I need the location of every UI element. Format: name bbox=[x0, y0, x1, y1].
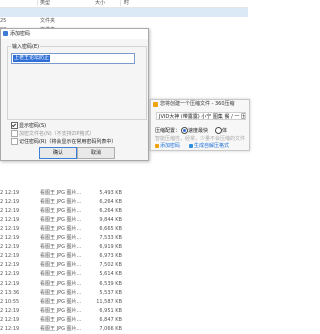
column-type-header[interactable]: 类型 bbox=[40, 0, 50, 7]
password-label: 输入密码(E) bbox=[11, 43, 41, 50]
column-size-header[interactable]: 大小 bbox=[95, 0, 105, 7]
file-date: 2 12:19 bbox=[0, 226, 20, 233]
table-row[interactable]: 2 12:19 看图王 JPG 图片... 9,844 KB bbox=[0, 216, 248, 225]
key-icon bbox=[155, 143, 159, 148]
table-row[interactable]: 2 12:19 看图王 JPG 图片... 6,951 KB bbox=[0, 307, 248, 316]
show-password-checkbox[interactable] bbox=[11, 122, 18, 129]
file-date: 2 12:19 bbox=[0, 262, 20, 269]
file-date: 2 12:19 bbox=[0, 199, 20, 206]
encrypt-filenames-checkbox[interactable] bbox=[11, 130, 18, 137]
table-row[interactable]: 2 10:55 看图王 JPG 图片... 11,587 KB bbox=[0, 298, 248, 307]
compression-hint: 智能压缩性，经常，少量不会压缩的文件 bbox=[155, 136, 246, 142]
table-row[interactable]: 2 12:19 看图王 JPG 图片... 7,533 KB bbox=[0, 234, 248, 243]
file-size: 7,502 KB bbox=[99, 262, 122, 269]
file-list-header: 类型 大小 时 bbox=[0, 0, 248, 8]
cancel-button[interactable]: 取消 bbox=[77, 147, 115, 159]
show-password-label[interactable]: 显示密码(S) bbox=[19, 122, 46, 129]
file-date: 2 12:19 bbox=[0, 271, 20, 278]
remember-password-label[interactable]: 记住密码(R)（将会显示在常用密码列表中） bbox=[19, 138, 116, 145]
table-row[interactable]: 2 12:19 看图王 JPG 图片... 7,502 KB bbox=[0, 261, 248, 270]
table-row[interactable]: 2 13:36 看图王 JPG 图片... 5,537 KB bbox=[0, 289, 248, 298]
fastest-label[interactable]: 速度最快 bbox=[188, 127, 208, 134]
file-size: 5,614 KB bbox=[99, 271, 122, 278]
file-date: 2 12:19 bbox=[0, 244, 20, 251]
file-size: 6,919 KB bbox=[99, 244, 122, 251]
file-size: 9,844 KB bbox=[99, 217, 122, 224]
file-date: 2 12:19 bbox=[0, 307, 20, 314]
file-date: 2 12:19 bbox=[0, 208, 20, 215]
file-size: 6,665 KB bbox=[99, 226, 122, 233]
file-size: 11,587 KB bbox=[96, 298, 122, 305]
file-size: 6,973 KB bbox=[99, 253, 122, 260]
table-row[interactable]: 2 12:19 看图王 JPG 图片... 7,066 KB bbox=[0, 325, 248, 334]
file-date: 25 bbox=[0, 18, 7, 25]
column-divider[interactable] bbox=[120, 0, 121, 6]
table-row[interactable]: 2 12:19 看图王 JPG 图片... 6,264 KB bbox=[0, 207, 248, 216]
dialog-title: 添加密码 bbox=[10, 31, 31, 37]
other-level-radio[interactable] bbox=[215, 127, 222, 134]
file-date: 2 12:19 bbox=[0, 280, 20, 287]
add-password-text: 添加密码 bbox=[160, 143, 181, 149]
file-size: 5,537 KB bbox=[99, 289, 122, 296]
package-icon bbox=[189, 143, 193, 148]
column-extra-header[interactable]: 时 bbox=[124, 0, 129, 7]
other-level-label[interactable]: 体 bbox=[222, 127, 227, 134]
table-row[interactable]: 25 文件夹 bbox=[0, 17, 248, 26]
fastest-radio[interactable] bbox=[181, 127, 188, 134]
archive-icon bbox=[153, 102, 158, 107]
lock-icon bbox=[3, 31, 8, 36]
dialog-titlebar[interactable]: 添加密码 bbox=[1, 29, 148, 39]
table-row[interactable]: 2 12:19看图王 JPG 图片...6,665 KB bbox=[0, 225, 248, 234]
file-size: 6,539 KB bbox=[99, 280, 122, 287]
column-divider[interactable] bbox=[37, 0, 38, 6]
compress-panel-title: 您将创建一个压缩文件 - 360压缩 bbox=[160, 101, 235, 107]
password-value: 上老王论坛防止 bbox=[13, 55, 51, 62]
table-row[interactable] bbox=[0, 8, 248, 17]
add-password-dialog: 添加密码 输入密码(E) 上老王论坛防止 显示密码(S) 加密文件名(N)（不支… bbox=[0, 28, 149, 161]
file-type: 文件夹 bbox=[40, 18, 56, 25]
file-size: 5,493 KB bbox=[99, 190, 122, 196]
file-date: 2 12:19 bbox=[0, 316, 20, 323]
compress-panel: 您将创建一个压缩文件 - 360压缩 JVID大神 (带露露) 小宁 图集 餐 … bbox=[150, 99, 250, 151]
file-date: 2 13:36 bbox=[0, 289, 20, 296]
table-row[interactable]: 2 12:19 看图王 JPG 图片... 6,539 KB bbox=[0, 280, 248, 289]
table-row[interactable]: 2 12:19 看图王 JPG 图片... 6,847 KB bbox=[0, 316, 248, 325]
file-size: 7,533 KB bbox=[99, 235, 122, 242]
archive-name-field[interactable]: JVID大神 (带露露) 小宁 图集 餐 / 一 压... bbox=[156, 112, 246, 120]
file-size: 6,264 KB bbox=[99, 199, 122, 206]
file-size: 6,951 KB bbox=[99, 307, 122, 314]
file-size: 6,847 KB bbox=[99, 316, 122, 323]
table-row[interactable]: 2 12:19 看图王 JPG 图片... 6,973 KB bbox=[0, 252, 248, 261]
password-input[interactable]: 上老王论坛防止 bbox=[11, 53, 135, 64]
file-size: 7,066 KB bbox=[99, 325, 122, 332]
add-password-link[interactable]: 添加密码 bbox=[155, 142, 180, 149]
file-date: 2 12:19 bbox=[0, 235, 20, 242]
file-date: 2 12:19 bbox=[0, 190, 20, 196]
remember-password-checkbox[interactable] bbox=[11, 138, 18, 145]
table-row[interactable]: 2 12:19 看图王 JPG 图片... 6,919 KB bbox=[0, 243, 248, 252]
compression-level-label: 压缩配置： bbox=[155, 128, 181, 134]
file-date: 2 12:19 bbox=[0, 253, 20, 260]
table-row[interactable]: 2 12:19 看图王 JPG 图片... 5,614 KB bbox=[0, 270, 248, 279]
self-extract-text: 生成自解压格式 bbox=[194, 143, 230, 149]
self-extract-link[interactable]: 生成自解压格式 bbox=[189, 142, 229, 149]
file-size: 6,264 KB bbox=[99, 208, 122, 215]
file-date: 2 10:55 bbox=[0, 298, 20, 305]
file-date: 2 12:19 bbox=[0, 217, 20, 224]
table-row[interactable]: 2 12:19 看图王 JPG 图片... 5,493 KB bbox=[0, 189, 248, 198]
compress-panel-titlebar[interactable]: 您将创建一个压缩文件 - 360压缩 bbox=[151, 100, 249, 109]
ok-button[interactable]: 确认 bbox=[39, 147, 77, 159]
encrypt-filenames-label: 加密文件名(N)（不支持ZIP格式） bbox=[19, 131, 95, 137]
table-row[interactable]: 2 12:19 看图王 JPG 图片... 6,264 KB bbox=[0, 198, 248, 207]
file-date: 2 12:19 bbox=[0, 325, 20, 332]
